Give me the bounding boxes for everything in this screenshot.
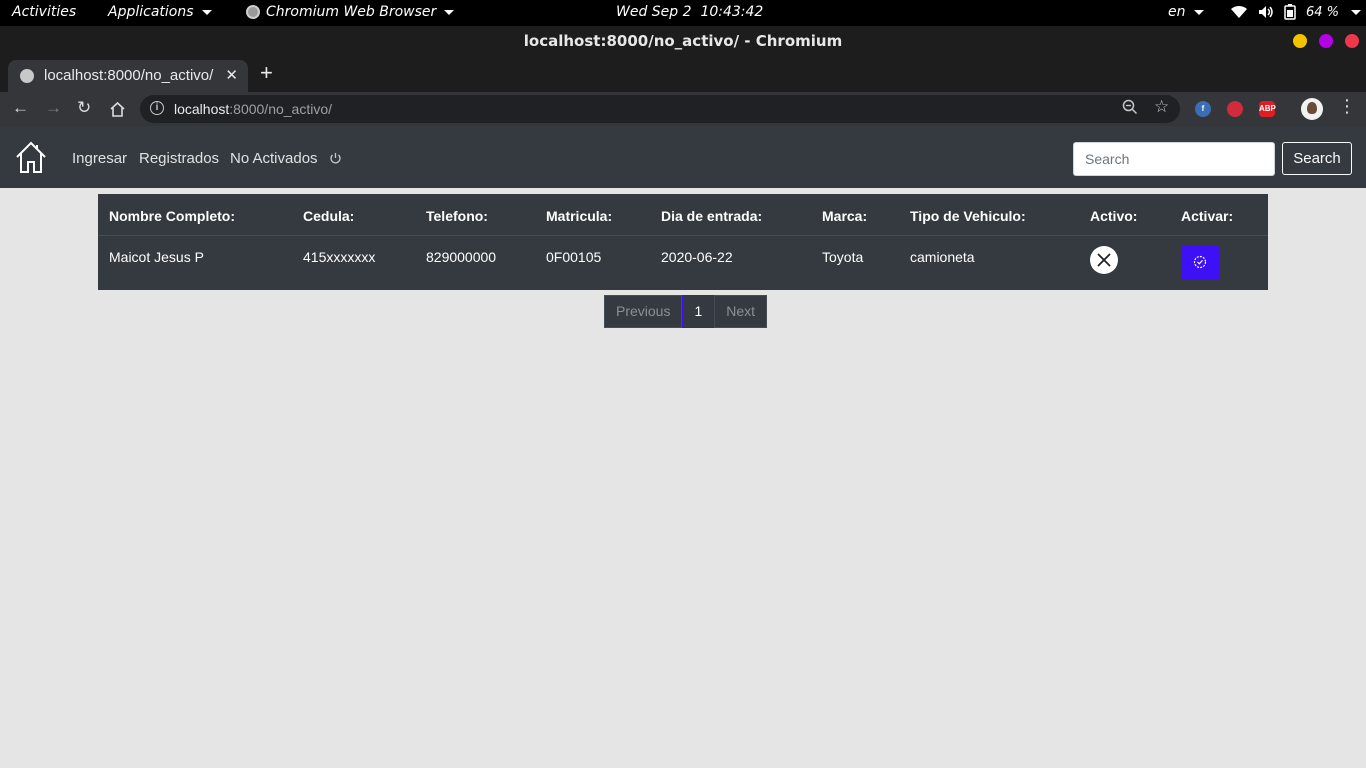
clock-label: Wed Sep 2 10:43:42 <box>616 4 764 20</box>
battery-percent: 64 % <box>1306 4 1340 20</box>
applications-label: Applications <box>108 4 194 20</box>
new-tab-button[interactable]: + <box>260 60 273 86</box>
bookmark-star-icon[interactable]: ☆ <box>1154 97 1169 117</box>
previous-page-button[interactable]: Previous <box>604 295 683 328</box>
search-button[interactable]: Search <box>1282 142 1352 175</box>
volume-icon <box>1259 6 1273 18</box>
chromium-icon <box>246 5 260 19</box>
adblock-plus-icon[interactable]: ABP <box>1259 101 1276 117</box>
next-page-button[interactable]: Next <box>714 295 768 328</box>
reload-icon[interactable]: ↻ <box>77 98 91 118</box>
activities-label: Activities <box>12 4 77 20</box>
battery-icon <box>1284 4 1296 20</box>
extension-icon-red[interactable] <box>1227 101 1243 117</box>
activities-button[interactable]: Activities <box>12 4 76 20</box>
column-header-dia-entrada: Dia de entrada: <box>661 208 763 224</box>
browser-tab[interactable]: localhost:8000/no_activo/ ✕ <box>8 60 248 92</box>
system-top-bar: Activities Applications Chromium Web Bro… <box>0 0 1366 26</box>
nav-link-no-activados[interactable]: No Activados <box>230 150 318 167</box>
url-path: :8000/no_activo/ <box>229 101 333 117</box>
profile-avatar[interactable] <box>1301 98 1323 120</box>
back-arrow-icon[interactable]: ← <box>12 98 29 118</box>
close-window-button[interactable] <box>1345 34 1359 48</box>
language-menu[interactable]: en <box>1168 4 1204 20</box>
power-icon[interactable] <box>329 152 342 165</box>
url-text[interactable]: localhost:8000/no_activo/ <box>174 101 332 117</box>
table-divider <box>98 235 1268 236</box>
browser-toolbar: ← → ↻ i localhost:8000/no_activo/ ☆ f AB… <box>0 92 1366 126</box>
tab-title: localhost:8000/no_activo/ <box>44 67 214 84</box>
zoom-icon[interactable] <box>1122 99 1138 115</box>
column-header-nombre: Nombre Completo: <box>109 208 235 224</box>
fedora-extension-icon[interactable]: f <box>1195 101 1211 117</box>
cell-tipo-vehiculo: camioneta <box>910 249 975 265</box>
wifi-icon <box>1231 5 1247 18</box>
cell-marca: Toyota <box>822 249 864 265</box>
chevron-down-icon <box>444 9 455 15</box>
home-icon[interactable] <box>14 140 48 174</box>
nav-link-ingresar[interactable]: Ingresar <box>72 150 127 167</box>
column-header-matricula: Matricula: <box>546 208 613 224</box>
cell-nombre: Maicot Jesus P <box>109 249 204 265</box>
site-info-icon[interactable]: i <box>150 101 164 115</box>
column-header-activar: Activar: <box>1181 208 1234 224</box>
current-page-button[interactable]: 1 <box>682 295 715 328</box>
applications-menu[interactable]: Applications <box>108 4 212 20</box>
minimize-button[interactable] <box>1293 34 1307 48</box>
cell-dia-entrada: 2020-06-22 <box>661 249 733 265</box>
chevron-down-icon <box>201 9 212 15</box>
check-circle-icon <box>1193 255 1207 268</box>
close-tab-icon[interactable]: ✕ <box>225 66 238 84</box>
column-header-cedula: Cedula: <box>303 208 355 224</box>
cell-matricula: 0F00105 <box>546 249 602 265</box>
window-titlebar[interactable]: localhost:8000/no_activo/ - Chromium <box>0 26 1366 56</box>
activate-button[interactable] <box>1181 246 1219 280</box>
column-header-activo: Activo: <box>1090 208 1138 224</box>
chevron-down-icon <box>1351 9 1362 15</box>
column-header-tipo-vehiculo: Tipo de Vehiculo: <box>910 208 1026 224</box>
cell-telefono: 829000000 <box>426 249 497 265</box>
address-bar[interactable]: i localhost:8000/no_activo/ ☆ <box>140 95 1180 123</box>
forward-arrow-icon[interactable]: → <box>45 98 62 118</box>
nav-link-registrados[interactable]: Registrados <box>139 150 219 167</box>
language-label: en <box>1168 4 1186 20</box>
maximize-button[interactable] <box>1319 34 1333 48</box>
site-navbar: Ingresar Registrados No Activados Search <box>0 126 1366 188</box>
cell-cedula: 415xxxxxxx <box>303 249 376 265</box>
column-header-marca: Marca: <box>822 208 868 224</box>
no-activados-table: Nombre Completo: Cedula: Telefono: Matri… <box>98 194 1268 290</box>
window-title: localhost:8000/no_activo/ - Chromium <box>523 32 843 50</box>
tab-strip: localhost:8000/no_activo/ ✕ + <box>0 56 1366 92</box>
globe-icon <box>20 69 34 83</box>
clock[interactable]: Wed Sep 2 10:43:42 <box>616 4 763 20</box>
url-host: localhost <box>174 101 230 117</box>
pagination: Previous 1 Next <box>604 295 768 328</box>
home-icon[interactable] <box>109 101 126 117</box>
search-input[interactable] <box>1073 142 1275 176</box>
menu-kebab-icon[interactable]: ⋮ <box>1338 96 1356 117</box>
app-menu[interactable]: Chromium Web Browser <box>246 4 455 20</box>
chevron-down-icon <box>1193 9 1204 15</box>
column-header-telefono: Telefono: <box>426 208 488 224</box>
app-name-label: Chromium Web Browser <box>266 4 437 20</box>
inactive-x-icon <box>1090 246 1118 274</box>
status-menu[interactable]: 64 % <box>1230 4 1362 20</box>
